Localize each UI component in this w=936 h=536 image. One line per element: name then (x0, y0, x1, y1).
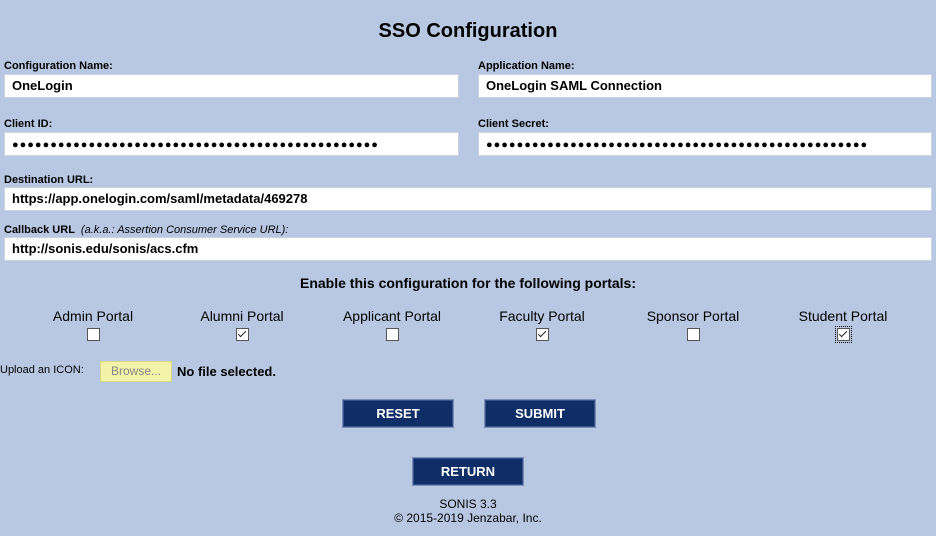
config-name-input[interactable]: OneLogin (4, 74, 459, 98)
return-button[interactable]: RETURN (412, 457, 524, 486)
portal-admin-checkbox[interactable] (86, 328, 100, 341)
portal-alumni-label: Alumni Portal (200, 308, 284, 324)
callback-url-input[interactable]: http://sonis.edu/sonis/acs.cfm (4, 237, 932, 261)
client-secret-label: Client Secret: (478, 118, 549, 130)
submit-button[interactable]: SUBMIT (484, 399, 596, 428)
file-status: No file selected. (177, 364, 276, 379)
destination-url-label: Destination URL: (4, 174, 94, 186)
destination-url-input[interactable]: https://app.onelogin.com/saml/metadata/4… (4, 187, 932, 211)
upload-icon-label: Upload an ICON: (0, 364, 84, 376)
portal-alumni-checkbox[interactable] (235, 328, 249, 341)
portal-applicant-label: Applicant Portal (342, 308, 442, 324)
portal-applicant-checkbox[interactable] (385, 328, 399, 341)
portal-faculty-checkbox[interactable] (535, 328, 549, 341)
app-name-label: Application Name: (478, 60, 575, 72)
portal-faculty: Faculty Portal (467, 308, 617, 346)
client-id-input[interactable]: ●●●●●●●●●●●●●●●●●●●●●●●●●●●●●●●●●●●●●●●●… (4, 132, 459, 156)
page-title: SSO Configuration (378, 20, 558, 42)
footer-copyright: © 2015-2019 Jenzabar, Inc. (394, 511, 542, 525)
callback-url-aka: (a.k.a.: Assertion Consumer Service URL)… (80, 224, 289, 236)
portal-sponsor-checkbox[interactable] (686, 328, 700, 341)
client-id-label: Client ID: (4, 118, 53, 130)
portal-student-label: Student Portal (798, 308, 888, 324)
app-name-input[interactable]: OneLogin SAML Connection (478, 74, 932, 98)
callback-url-label: Callback URL (a.k.a.: Assertion Consumer … (4, 224, 288, 236)
portal-applicant: Applicant Portal (317, 308, 467, 346)
client-secret-input[interactable]: ●●●●●●●●●●●●●●●●●●●●●●●●●●●●●●●●●●●●●●●●… (478, 132, 932, 156)
portal-student: Student Portal (768, 308, 918, 346)
portal-alumni: Alumni Portal (167, 308, 317, 346)
config-name-label: Configuration Name: (4, 60, 113, 72)
reset-button[interactable]: RESET (342, 399, 454, 428)
portal-student-checkbox[interactable] (834, 326, 852, 343)
portal-admin: Admin Portal (18, 308, 168, 346)
callback-url-label-text: Callback URL (4, 224, 75, 236)
footer-version: SONIS 3.3 (439, 497, 497, 511)
portal-sponsor-label: Sponsor Portal (646, 308, 740, 324)
portal-admin-label: Admin Portal (52, 308, 134, 324)
portal-sponsor: Sponsor Portal (618, 308, 768, 346)
browse-button[interactable]: Browse... (100, 361, 172, 382)
portal-faculty-label: Faculty Portal (499, 308, 585, 324)
portals-heading: Enable this configuration for the follow… (300, 275, 636, 291)
